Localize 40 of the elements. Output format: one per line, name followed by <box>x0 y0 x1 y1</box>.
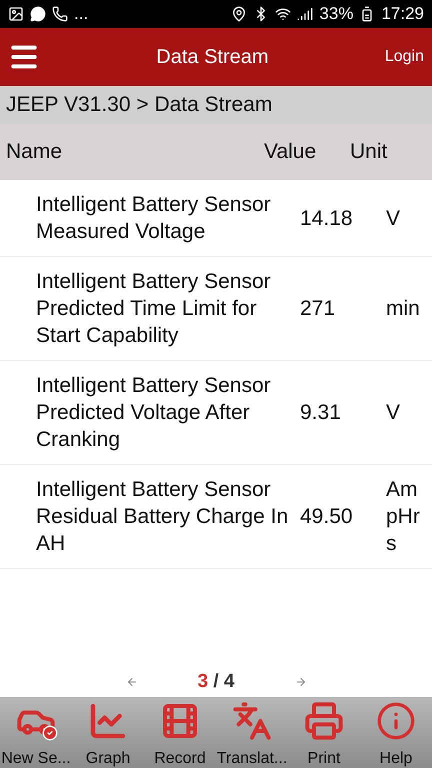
name-cell-text: Intelligent Battery Sensor Predicted Voltage After Cranking <box>36 373 272 453</box>
unit-cell-text: AmpHrs <box>386 477 421 557</box>
column-heading: Value <box>264 140 318 164</box>
column-heading: Name <box>6 140 64 164</box>
page-title: Data Stream <box>155 46 270 68</box>
signal-icon <box>297 6 314 22</box>
page-indicator: 3 / 4 <box>198 671 234 693</box>
name-cell-text: Intelligent Battery Sensor Measured Voltage <box>36 192 272 245</box>
value-cell-text: 9.31 <box>300 400 342 426</box>
login-link[interactable]: Login <box>384 48 424 66</box>
printer-icon <box>304 701 344 741</box>
toolbar-button[interactable]: Record <box>144 697 216 768</box>
value-cell-text: 49.50 <box>300 504 354 530</box>
phone-icon <box>52 6 68 22</box>
toolbar-button[interactable]: Print <box>288 697 360 768</box>
breadcrumb: JEEP V31.30 > Data Stream <box>0 86 432 124</box>
gallery-icon <box>8 6 24 22</box>
toolbar-button[interactable]: Graph <box>72 697 144 768</box>
wifi-icon <box>275 6 292 22</box>
previous-page-icon[interactable] <box>126 676 138 688</box>
name-cell-text: Intelligent Battery Sensor Residual Battery Charge In AH <box>36 477 290 557</box>
more-notifications: ... <box>74 4 88 24</box>
name-cell-text: Intelligent Battery Sensor Predicted Time Limit for Start Capability <box>36 269 272 349</box>
line-chart-icon <box>88 701 128 741</box>
toolbar-button[interactable]: Help <box>360 697 432 768</box>
value-cell-text: 271 <box>300 296 336 322</box>
column-heading: Unit <box>350 140 388 164</box>
unit-cell-text: V <box>386 400 402 426</box>
battery-percent: 33% <box>319 4 354 24</box>
toolbar-button[interactable]: Translat... <box>216 697 288 768</box>
chat-bubble-icon <box>30 6 46 22</box>
clock: 17:29 <box>381 4 424 24</box>
location-icon <box>231 6 248 22</box>
info-icon <box>376 701 416 741</box>
value-cell-text: 14.18 <box>300 206 354 232</box>
next-page-icon[interactable] <box>294 676 306 688</box>
translate-icon <box>232 701 272 741</box>
unit-cell-text: min <box>386 296 421 322</box>
unit-cell-text: V <box>386 206 402 232</box>
toolbar-button[interactable]: New Se... <box>0 697 72 768</box>
